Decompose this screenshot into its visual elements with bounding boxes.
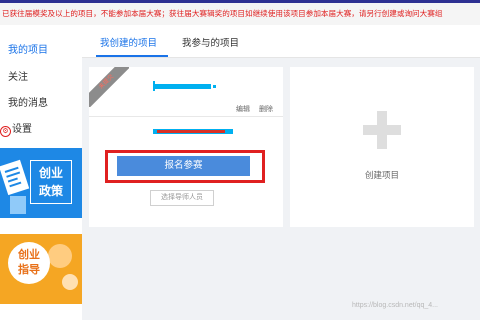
promo-policy-title: 创业 政策 (30, 160, 72, 204)
sidebar-item-label: 设置 (12, 124, 32, 135)
card-divider (89, 116, 283, 117)
watermark: https://blog.csdn.net/qq_4... (352, 302, 439, 309)
project-title-redacted-end (213, 85, 216, 88)
signup-competition-button[interactable]: 报名参赛 (117, 156, 250, 176)
status-ribbon: 未提交 (89, 67, 129, 107)
sidebar-item-follow[interactable]: 关注 (8, 68, 28, 83)
project-title-redacted (155, 84, 211, 89)
create-project-label: 创建项目 (364, 170, 399, 180)
sidebar-item-messages[interactable]: 我的消息 (8, 94, 48, 109)
plus-icon-horizontal (363, 125, 401, 135)
sidebar-item-my-projects[interactable]: 我的项目 (8, 41, 48, 56)
promo-policy-banner[interactable]: 创业 政策 (0, 148, 82, 218)
gear-icon: ⚙ (0, 126, 11, 137)
active-tab-indicator (96, 55, 168, 57)
promo-guidance-title: 创业 指导 (8, 242, 50, 284)
tab-joined-projects[interactable]: 我参与的项目 (182, 35, 239, 49)
status-ribbon-label: 未提交 (98, 73, 116, 91)
project-tabs: 我创建的项目 我参与的项目 (82, 25, 480, 58)
choose-mentor-button[interactable]: 选择导师人员 (150, 190, 214, 206)
notice-banner: 已获往届模奖及以上的项目，不能参加本届大赛；获往届大赛辑奖的项目如继续使用该项目… (0, 3, 480, 25)
create-project-card[interactable]: 创建项目 (290, 67, 474, 227)
project-subtitle-redacted-mark (157, 130, 225, 133)
delete-link[interactable]: 删除 (259, 104, 273, 114)
tab-created-projects[interactable]: 我创建的项目 (100, 35, 157, 49)
sidebar-item-settings[interactable]: ⚙ 设置 (0, 120, 32, 137)
project-card: 未提交 编辑 删除 报名参赛 选择导师人员 (89, 67, 283, 227)
promo-guidance-banner[interactable]: 创业 指导 (0, 234, 82, 304)
edit-link[interactable]: 编辑 (236, 104, 250, 114)
